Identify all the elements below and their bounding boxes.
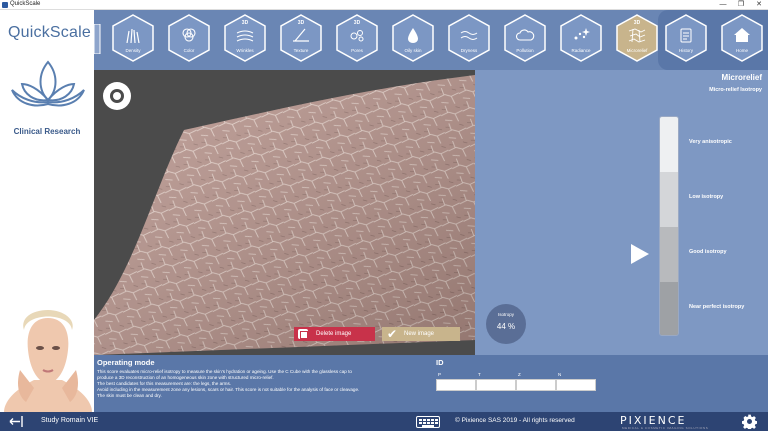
skin-surface-image: [94, 75, 475, 355]
window-title: QuickScale: [10, 1, 41, 7]
maximize-button[interactable]: ❐: [732, 0, 750, 10]
scale-segment: [660, 227, 678, 282]
tool-label: Color: [183, 48, 195, 53]
result-subtitle: Micro-relief Isotropy: [709, 87, 762, 93]
tool-label: Oily skin: [404, 48, 422, 53]
model-face-image: [4, 310, 92, 412]
isotropy-scale: [659, 116, 679, 336]
tool-label: Density: [125, 48, 141, 53]
sparkle-icon: [574, 28, 590, 40]
tool-label: Pores: [351, 48, 363, 53]
app-logo-text: QuickScale: [8, 24, 91, 41]
tool-label: Pollution: [516, 48, 534, 53]
study-name: Study Romain VIE: [41, 417, 99, 424]
tool-wrinkles[interactable]: 3D Wrinkles: [223, 14, 267, 66]
tool-texture[interactable]: 3D Texture: [279, 14, 323, 66]
app-icon: [2, 2, 8, 8]
tag-3d: 3D: [297, 20, 305, 26]
score-label: Isotropy: [497, 312, 514, 317]
id-label-z: Z: [518, 372, 521, 377]
wrinkles-lines-icon: [236, 30, 254, 42]
home-icon: [734, 28, 750, 42]
tag-3d: 3D: [353, 20, 361, 26]
texture-pen-icon: [293, 28, 309, 42]
id-field-n[interactable]: [556, 379, 596, 391]
tool-label: Microrelief: [626, 48, 648, 53]
clipboard-icon: [680, 28, 692, 43]
pores-icon: [350, 30, 364, 42]
tool-label: Dryness: [460, 48, 478, 53]
scale-segment: [660, 117, 678, 172]
gear-icon[interactable]: [742, 414, 757, 429]
checkmark-icon: ✔: [387, 327, 398, 341]
close-button[interactable]: ✕: [750, 0, 768, 10]
new-image-label: New image: [404, 331, 435, 337]
tool-dryness[interactable]: Dryness: [447, 14, 491, 66]
id-field-t[interactable]: [476, 379, 516, 391]
delete-image-label: Delete image: [316, 331, 352, 337]
left-sidebar: QuickScale Clinical Research: [0, 10, 94, 412]
lotus-logo-icon: [11, 60, 85, 107]
new-image-button[interactable]: ✔ New image: [382, 327, 460, 341]
operating-mode-title: Operating mode: [97, 358, 155, 367]
minimize-button[interactable]: —: [714, 0, 732, 10]
score-bubble: Isotropy 44 %: [486, 304, 526, 344]
id-label-n: N: [558, 372, 562, 377]
tool-pollution[interactable]: Pollution: [503, 14, 547, 66]
result-title: Microrelief: [721, 73, 762, 82]
tool-label: Texture: [293, 48, 309, 53]
operating-mode-panel: Operating mode This score evaluates micr…: [94, 355, 768, 412]
dryness-waves-icon: [460, 31, 478, 40]
id-title: ID: [436, 358, 444, 367]
tool-density[interactable]: Density: [111, 14, 155, 66]
density-grass-icon: [126, 28, 140, 43]
tag-3d: 3D: [633, 20, 641, 26]
scale-segment: [660, 172, 678, 227]
id-field-p[interactable]: [436, 379, 476, 391]
id-field-z[interactable]: [516, 379, 556, 391]
op-line: The skin must be clean and dry.: [97, 393, 162, 399]
microrelief-icon: [628, 28, 646, 43]
copyright-text: © Pixience SAS 2019 - All rights reserve…: [455, 417, 575, 424]
trash-icon: [298, 329, 308, 339]
tool-pores[interactable]: 3D Pores: [335, 14, 379, 66]
id-label-t: T: [478, 372, 481, 377]
exit-icon[interactable]: [8, 415, 26, 428]
history-label: History: [678, 48, 693, 53]
scroll-left-tab[interactable]: [94, 24, 102, 54]
skin-3d-viewer[interactable]: Delete image ✔ New image: [94, 70, 475, 355]
tool-radiance[interactable]: Radiance: [559, 14, 603, 66]
result-panel: Microrelief Micro-relief Isotropy Very a…: [475, 70, 768, 355]
scale-label: Low isotropy: [689, 194, 724, 200]
delete-image-button[interactable]: Delete image: [294, 327, 375, 341]
score-value: 44 %: [496, 322, 516, 331]
scale-label: Near perfect isotropy: [689, 304, 745, 310]
level-pointer-icon: [631, 244, 649, 264]
home-button[interactable]: Home: [720, 14, 764, 66]
color-circles-icon: [182, 28, 196, 42]
cloud-icon: [515, 29, 535, 41]
section-label: Clinical Research: [13, 127, 81, 136]
operating-mode-text: This score evaluates micro-relief isotro…: [97, 369, 427, 399]
oil-drop-icon: [408, 28, 418, 43]
scale-label: Good isotropy: [689, 249, 727, 255]
tool-oily-skin[interactable]: Oily skin: [391, 14, 435, 66]
id-label-p: P: [438, 372, 442, 377]
rotate-view-button[interactable]: [103, 82, 131, 110]
tag-3d: 3D: [241, 20, 249, 26]
brand-tagline: MEDICAL & COSMETIC IMAGING SOLUTIONS: [622, 426, 709, 430]
tool-label: Radiance: [571, 48, 591, 53]
tool-microrelief[interactable]: 3D Microrelief: [615, 14, 659, 66]
history-button[interactable]: History: [664, 14, 708, 66]
keyboard-icon[interactable]: [416, 416, 440, 428]
scale-label: Very anisotropic: [689, 139, 732, 145]
bottom-bar: Study Romain VIE © Pixience SAS 2019 - A…: [0, 412, 768, 431]
tool-color[interactable]: Color: [167, 14, 211, 66]
scale-segment: [660, 282, 678, 335]
window-titlebar: QuickScale — ❐ ✕: [0, 0, 768, 10]
tool-label: Wrinkles: [236, 48, 254, 53]
home-label: Home: [735, 48, 748, 53]
nav-tools-panel: History Home: [658, 10, 768, 70]
